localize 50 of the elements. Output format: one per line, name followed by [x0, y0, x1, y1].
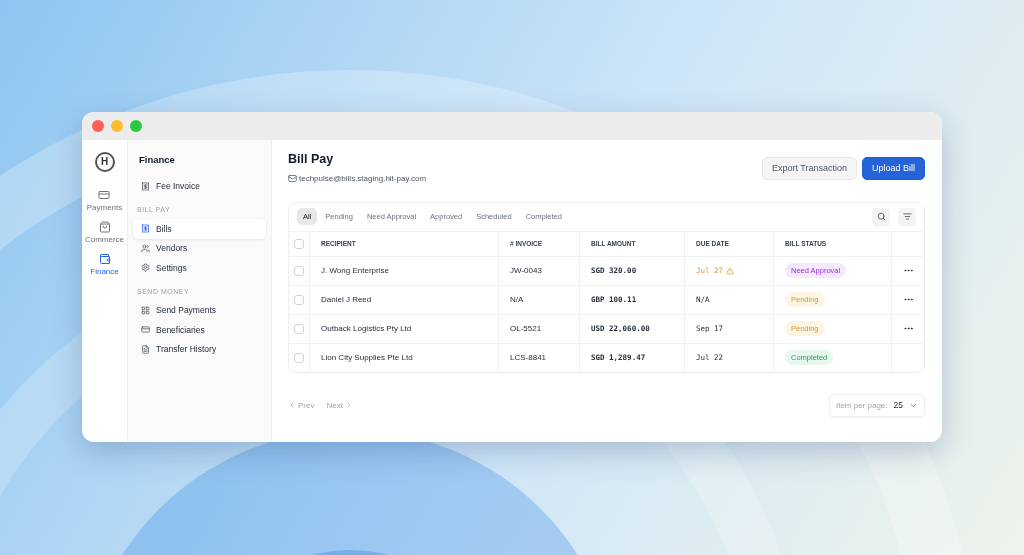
people-icon	[141, 243, 150, 253]
gear-icon	[141, 263, 150, 273]
maximize-icon[interactable]	[130, 119, 142, 132]
mail-icon	[288, 173, 297, 183]
grid-icon	[141, 305, 150, 315]
search-icon	[876, 212, 886, 221]
sidebar-item[interactable]: Vendors	[133, 238, 266, 258]
table-cell: Outback Logistics Pty Ltd	[321, 324, 412, 333]
checkbox[interactable]	[294, 294, 304, 305]
chevron-left-icon	[288, 401, 296, 409]
filter-icon	[902, 212, 912, 221]
sidebar-item[interactable]: Send Payments	[133, 300, 266, 320]
sidebar-title: Finance	[138, 152, 176, 167]
search-button[interactable]	[872, 207, 890, 226]
minimize-icon[interactable]	[111, 119, 123, 132]
table-cell: J. Wong Enterprise	[321, 266, 389, 275]
table-cell: LCS-8841	[510, 353, 547, 362]
sidebar-item[interactable]: Beneficiaries	[133, 320, 266, 340]
card-icon	[98, 188, 111, 201]
table-cell: JW-0043	[510, 266, 542, 275]
rail-item[interactable]: Commerce	[84, 220, 125, 244]
sidebar-item[interactable]: Settings	[133, 258, 266, 278]
sidebar-item[interactable]: Bills	[133, 219, 266, 239]
checkbox[interactable]	[294, 265, 304, 276]
per-page-select[interactable]: Item per page: 25	[828, 393, 925, 417]
bag-icon	[98, 220, 111, 233]
rail-item[interactable]: Finance	[90, 252, 119, 276]
checkbox[interactable]	[294, 352, 304, 363]
document-icon	[141, 344, 150, 354]
logo: H	[94, 151, 115, 172]
export-button[interactable]: Export Transaction	[761, 156, 857, 180]
table-cell: N/A	[510, 295, 524, 304]
receipt-icon	[141, 181, 150, 191]
sidebar-item[interactable]: Fee Invoice	[133, 176, 266, 196]
checkbox[interactable]	[294, 323, 304, 334]
rail-item[interactable]: Payments	[86, 188, 123, 212]
table-cell: Lion City Supplies Pte Ltd	[321, 353, 413, 362]
card-icon	[141, 325, 150, 335]
warning-icon	[726, 266, 735, 275]
wallet-icon	[98, 252, 111, 265]
table-cell: OL-5521	[510, 324, 542, 333]
email-address: techpulse@bills.staging.hit-pay.com	[299, 173, 427, 183]
upload-button[interactable]: Upload Bill	[861, 156, 925, 180]
page-title: Bill Pay	[288, 151, 335, 166]
checkbox[interactable]	[294, 238, 304, 249]
table-cell: Daniel J Reed	[321, 295, 372, 304]
close-icon[interactable]	[92, 119, 104, 132]
receipt-icon	[141, 224, 150, 234]
filter-button[interactable]	[898, 207, 916, 226]
sidebar-item[interactable]: Transfer History	[133, 339, 266, 359]
